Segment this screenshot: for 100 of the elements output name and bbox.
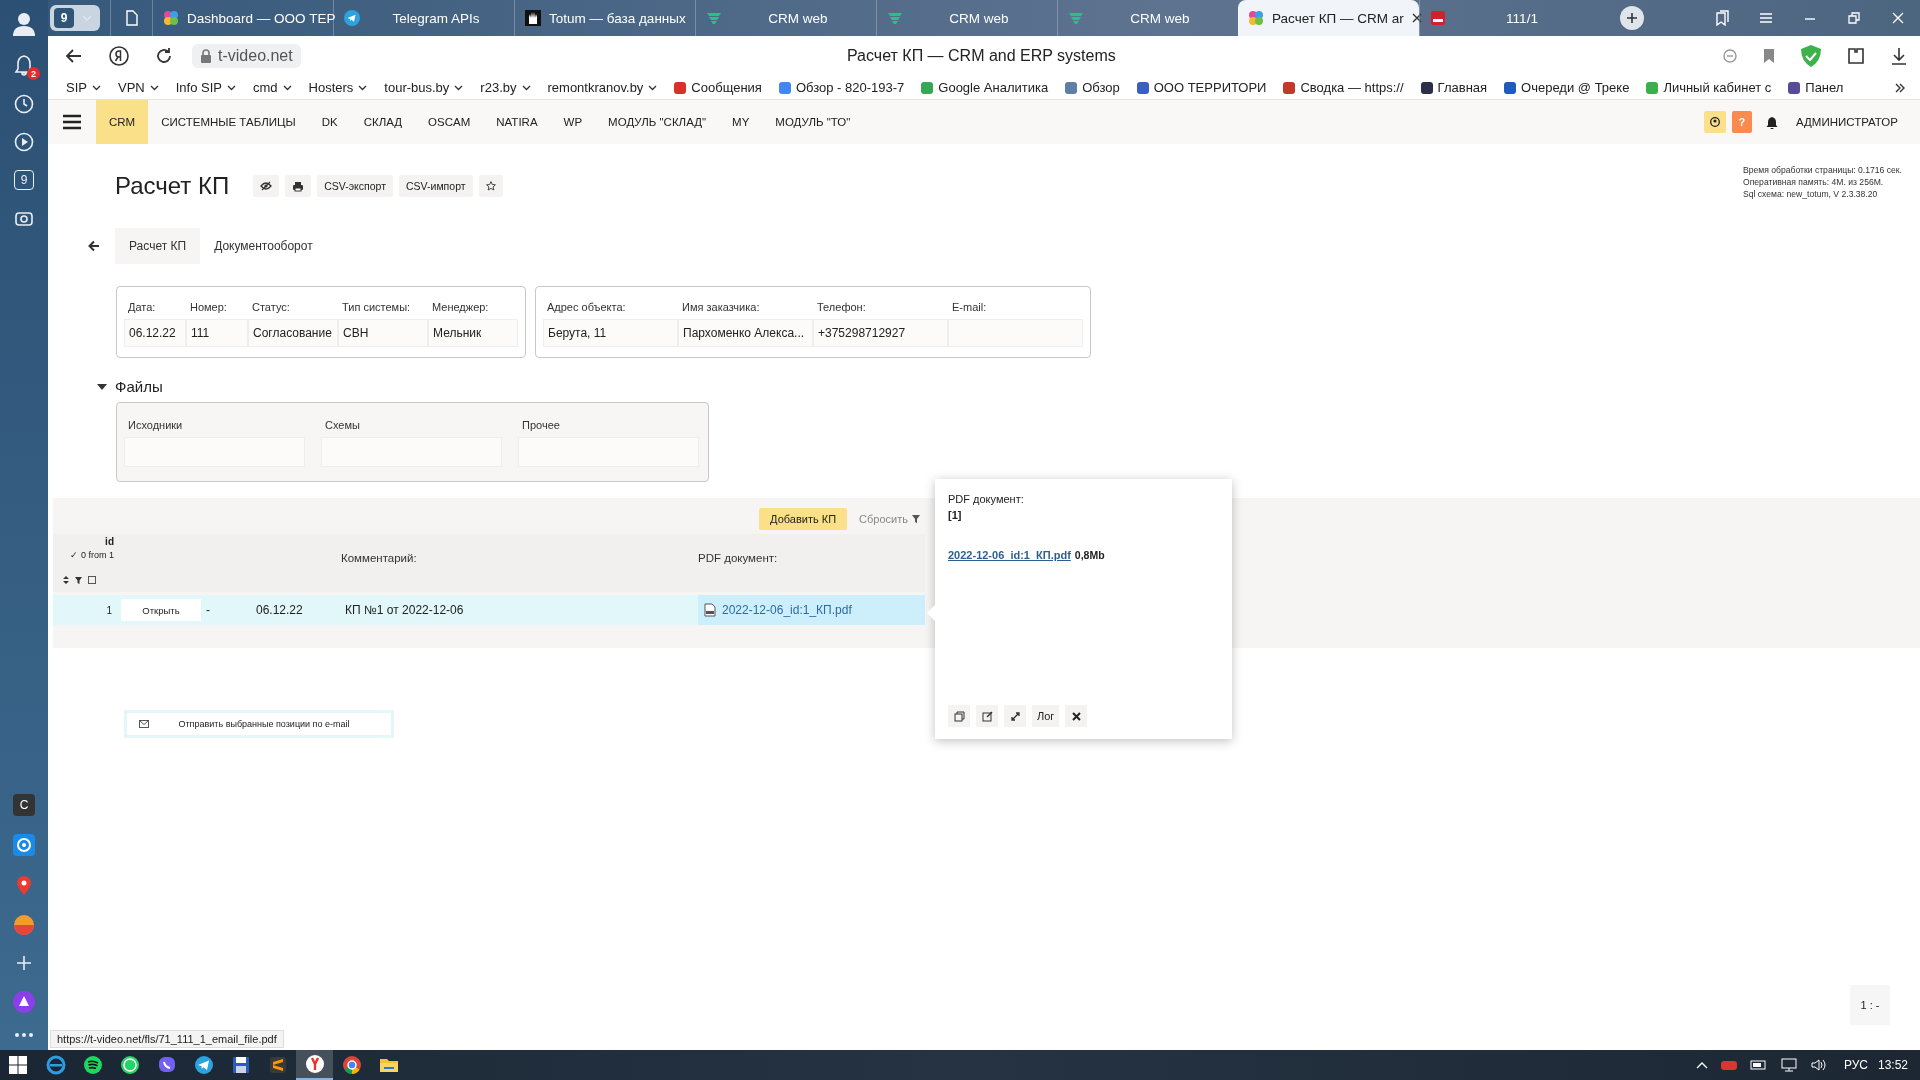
tab[interactable]: Документооборот bbox=[200, 228, 327, 264]
bookmark-folder[interactable]: cmd bbox=[252, 80, 292, 95]
tray-app-icon[interactable] bbox=[1719, 1058, 1738, 1072]
bookmark[interactable]: Сводка — https:// bbox=[1283, 80, 1404, 95]
reload-icon[interactable] bbox=[154, 46, 174, 66]
toolbar-button[interactable]: CSV-импорт bbox=[399, 175, 473, 197]
back-icon[interactable] bbox=[88, 240, 100, 252]
field-value[interactable]: Пархоменко Алекса... bbox=[678, 319, 813, 347]
column-header[interactable]: id bbox=[105, 536, 114, 547]
tab-count-button[interactable]: 9 bbox=[50, 5, 100, 31]
bookmark[interactable]: Личный кабинет с bbox=[1646, 80, 1772, 95]
field-value[interactable]: 06.12.22 bbox=[124, 319, 186, 347]
column-header[interactable]: Комментарий: bbox=[341, 534, 698, 592]
bookmark[interactable]: Обзор bbox=[1065, 80, 1120, 95]
bell-icon[interactable] bbox=[14, 54, 34, 76]
checkbox-icon[interactable] bbox=[88, 576, 96, 584]
play-icon[interactable] bbox=[14, 132, 34, 152]
shield-icon[interactable] bbox=[1800, 44, 1822, 68]
table-row[interactable]: 1 Открыть - 06.12.22 КП №1 от 2022-12-06 2022-12-06_id:1_КП.pdf bbox=[53, 595, 925, 625]
visibility-button[interactable] bbox=[253, 175, 280, 197]
toolbar-button[interactable]: CSV-экспорт bbox=[317, 175, 393, 197]
language-indicator[interactable]: РУС bbox=[1843, 1058, 1868, 1072]
bookmark[interactable]: Панел bbox=[1788, 80, 1844, 95]
app-button[interactable]: C bbox=[13, 794, 35, 816]
field-value[interactable]: +375298712927 bbox=[813, 319, 948, 347]
nav-tab[interactable]: CRM bbox=[96, 100, 149, 144]
file-link[interactable]: 2022-12-06_id:1_КП.pdf bbox=[948, 549, 1071, 561]
field-value[interactable]: 111 bbox=[186, 319, 248, 347]
bookmark[interactable]: Сообщения bbox=[674, 80, 762, 95]
email-button[interactable]: Отправить выбранные позиции по e-mail bbox=[124, 710, 394, 738]
field-value[interactable]: Согласование bbox=[248, 319, 338, 347]
nav-tab[interactable]: МОДУЛЬ "ТО" bbox=[762, 100, 864, 144]
field-value[interactable]: Берута, 11 bbox=[543, 319, 678, 347]
counter-button[interactable]: 9 bbox=[14, 170, 34, 190]
volume-icon[interactable] bbox=[1809, 1058, 1828, 1072]
plus-icon[interactable] bbox=[15, 954, 33, 972]
copy-button[interactable] bbox=[948, 705, 970, 727]
nav-tab[interactable]: СИСТЕМНЫЕ ТАБЛИЦЫ bbox=[148, 100, 309, 144]
bookmark-folder[interactable]: remontkranov.by bbox=[547, 80, 658, 95]
nav-tab[interactable]: WP bbox=[550, 100, 596, 144]
clock-icon[interactable] bbox=[14, 94, 34, 114]
bell-icon[interactable] bbox=[1766, 115, 1778, 129]
taskbar-button[interactable] bbox=[296, 1050, 333, 1080]
log-button[interactable]: Лог bbox=[1032, 705, 1060, 727]
assistant-icon[interactable] bbox=[12, 990, 36, 1014]
close-icon[interactable] bbox=[1890, 10, 1906, 26]
favorite-button[interactable] bbox=[478, 175, 503, 197]
field-value[interactable]: СВН bbox=[338, 319, 428, 347]
bookmark-folder[interactable]: SIP bbox=[66, 80, 101, 95]
filter-icon[interactable] bbox=[75, 576, 82, 584]
file-cell[interactable]: 2022-12-06_id:1_КП.pdf bbox=[698, 595, 925, 625]
nav-tab[interactable]: МОДУЛЬ "СКЛАД" bbox=[595, 100, 720, 144]
bookmark-icon[interactable] bbox=[1762, 48, 1776, 64]
menu-icon[interactable] bbox=[62, 114, 82, 130]
bookmark-folder[interactable]: Info SIP bbox=[175, 80, 236, 95]
address-field[interactable]: t-video.net bbox=[192, 44, 301, 68]
download-icon[interactable] bbox=[1890, 46, 1908, 66]
zoom-out-icon[interactable] bbox=[1722, 48, 1738, 64]
app-icon[interactable] bbox=[13, 914, 35, 936]
bookmark-folder[interactable]: r23.by bbox=[480, 80, 531, 95]
add-button[interactable]: Добавить КП bbox=[759, 507, 848, 530]
bookmark[interactable]: Google Аналитика bbox=[921, 80, 1049, 95]
nav-tab[interactable]: СКЛАД bbox=[350, 100, 416, 144]
close-button[interactable] bbox=[1065, 705, 1088, 727]
bookmark-folder[interactable]: tour-bus.by bbox=[384, 80, 464, 95]
restore-icon[interactable] bbox=[1846, 10, 1862, 26]
browser-tab[interactable]: Расчет КП — CRM ar bbox=[1238, 0, 1419, 36]
nav-tab[interactable]: NATIRA bbox=[483, 100, 551, 144]
print-button[interactable] bbox=[285, 175, 312, 197]
open-button[interactable]: Открыть bbox=[121, 599, 201, 621]
yandex-icon[interactable] bbox=[108, 45, 130, 67]
battery-icon[interactable] bbox=[1749, 1059, 1768, 1071]
nav-tab[interactable]: MY bbox=[719, 100, 763, 144]
expand-button[interactable] bbox=[1004, 705, 1026, 727]
section-title[interactable]: Файлы bbox=[115, 378, 163, 395]
caret-icon[interactable] bbox=[97, 382, 107, 391]
new-tab-button[interactable] bbox=[1620, 6, 1644, 30]
close-icon[interactable] bbox=[1411, 13, 1422, 23]
user-name[interactable]: АДМИНИСТРАТОР bbox=[1796, 116, 1898, 128]
nav-tab[interactable]: DK bbox=[308, 100, 351, 144]
pin-icon[interactable] bbox=[14, 874, 34, 896]
bookmark[interactable]: Обзор - 820-193-7 bbox=[778, 80, 905, 95]
bookmark[interactable]: Очереди @ Треке bbox=[1504, 80, 1630, 95]
user-icon[interactable] bbox=[11, 10, 37, 36]
bookmark[interactable]: ООО ТЕРРИТОРИ bbox=[1136, 80, 1267, 95]
column-header[interactable]: PDF документ: bbox=[698, 534, 925, 592]
tab[interactable]: Расчет КП bbox=[115, 228, 201, 264]
bookmarks-icon[interactable] bbox=[1714, 10, 1730, 26]
clock[interactable]: 13:52 bbox=[1877, 1058, 1908, 1072]
start-icon[interactable] bbox=[9, 1056, 27, 1074]
more-icon[interactable] bbox=[14, 1032, 34, 1038]
network-icon[interactable] bbox=[1779, 1058, 1798, 1072]
chevrons-icon[interactable] bbox=[1894, 81, 1906, 94]
chevron-up-icon[interactable] bbox=[1695, 1061, 1708, 1069]
field-value[interactable]: Мельник bbox=[428, 319, 518, 347]
bookmark[interactable]: Главная bbox=[1420, 80, 1488, 95]
bookmark-folder[interactable]: VPN bbox=[117, 80, 159, 95]
edit-button[interactable] bbox=[976, 705, 998, 727]
user-button[interactable] bbox=[1704, 111, 1726, 133]
sort-icon[interactable] bbox=[63, 576, 69, 584]
